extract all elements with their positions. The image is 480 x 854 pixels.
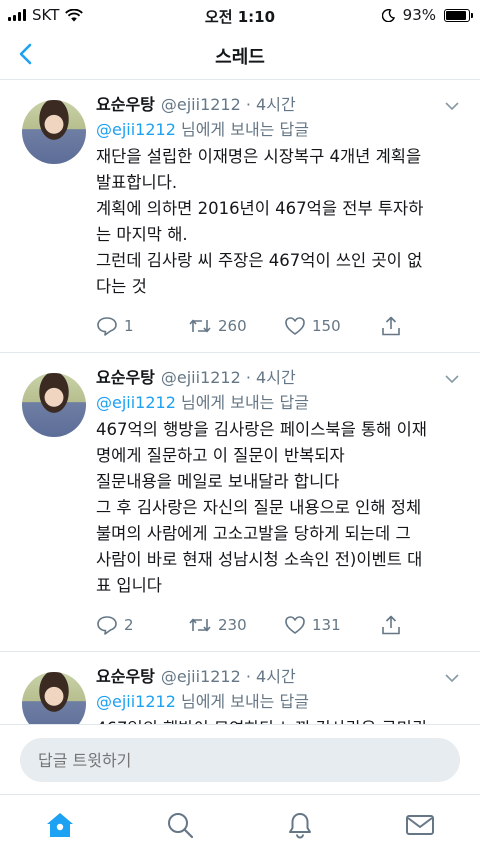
share-button[interactable] — [380, 614, 402, 636]
reply-suffix: 님에게 보내는 답글 — [175, 120, 309, 139]
retweet-button[interactable]: 230 — [188, 616, 284, 634]
reply-handle-link[interactable]: @ejii1212 — [96, 692, 176, 711]
reply-suffix: 님에게 보내는 답글 — [175, 692, 309, 711]
share-icon — [382, 316, 400, 336]
reply-icon — [97, 317, 117, 336]
reply-handle-link[interactable]: @ejii1212 — [96, 393, 176, 412]
tweet[interactable]: 요순우탕 @ejii1212 · 4시간 @ejii1212 님에게 보내는 답… — [0, 80, 480, 353]
thread-feed[interactable]: 요순우탕 @ejii1212 · 4시간 @ejii1212 님에게 보내는 답… — [0, 80, 480, 724]
tab-home[interactable] — [0, 795, 120, 854]
tab-messages[interactable] — [360, 795, 480, 854]
battery-icon — [444, 8, 473, 22]
retweet-icon — [189, 618, 211, 632]
tweet[interactable]: 요순우탕 @ejii1212 · 4시간 @ejii1212 님에게 보내는 답… — [0, 353, 480, 652]
author-handle-time: @ejii1212 · 4시간 — [160, 95, 296, 114]
tweet-actions: 2 230 131 — [96, 599, 466, 651]
tweet-text: 467억의 행방을 김사랑은 페이스북을 통해 이재 명에게 질문하고 이 질문… — [96, 420, 427, 595]
chevron-down-icon[interactable] — [444, 672, 460, 684]
page-title: 스레드 — [215, 47, 265, 68]
status-right: 93% — [381, 6, 473, 24]
tweet-meta: 요순우탕 @ejii1212 · 4시간 — [96, 94, 466, 116]
tweet-meta: 요순우탕 @ejii1212 · 4시간 — [96, 367, 466, 389]
reply-context: @ejii1212 님에게 보내는 답글 — [96, 391, 466, 415]
battery-percent: 93% — [402, 6, 436, 24]
moon-icon — [381, 8, 395, 22]
heart-icon — [285, 616, 305, 634]
like-count: 131 — [312, 616, 341, 634]
battery-fill — [446, 10, 467, 20]
tab-bar — [0, 794, 480, 854]
reply-count: 2 — [124, 616, 134, 634]
retweet-button[interactable]: 260 — [188, 317, 284, 335]
like-count: 150 — [312, 317, 341, 335]
tweet[interactable]: 요순우탕 @ejii1212 · 4시간 @ejii1212 님에게 보내는 답… — [0, 652, 480, 724]
share-button[interactable] — [380, 315, 402, 337]
retweet-count: 260 — [218, 317, 247, 335]
avatar[interactable] — [22, 672, 86, 724]
author-handle-time: @ejii1212 · 4시간 — [160, 368, 296, 387]
home-icon — [47, 812, 73, 837]
tweet-text: 재단을 설립한 이재명은 시장복구 4개년 계획을 발표합니다. 계획에 의하면… — [96, 147, 424, 296]
reply-count: 1 — [124, 317, 134, 335]
author-name[interactable]: 요순우탕 — [96, 94, 155, 116]
author-handle-time: @ejii1212 · 4시간 — [160, 667, 296, 686]
messages-icon — [406, 814, 434, 835]
heart-icon — [285, 317, 305, 335]
tweet-actions: 1 260 150 — [96, 300, 466, 352]
tab-notifications[interactable] — [240, 795, 360, 854]
like-button[interactable]: 131 — [284, 615, 380, 635]
like-button[interactable]: 150 — [284, 316, 380, 336]
status-bar: SKT 오전 1:10 93% — [0, 0, 480, 30]
tweet-meta: 요순우탕 @ejii1212 · 4시간 — [96, 666, 466, 688]
chevron-down-icon[interactable] — [444, 100, 460, 112]
nav-bar: 스레드 — [0, 30, 480, 80]
tweet-text: 467억의 행방이 묘연하다 느낀 김사랑은 국민권 — [96, 716, 466, 724]
reply-bar — [0, 724, 480, 794]
retweet-count: 230 — [218, 616, 247, 634]
reply-icon — [97, 616, 117, 635]
author-name[interactable]: 요순우탕 — [96, 367, 155, 389]
reply-button[interactable]: 2 — [96, 615, 188, 635]
chevron-down-icon[interactable] — [444, 373, 460, 385]
reply-button[interactable]: 1 — [96, 316, 188, 336]
avatar[interactable] — [22, 100, 86, 164]
reply-input[interactable] — [20, 738, 460, 782]
reply-context: @ejii1212 님에게 보내는 답글 — [96, 690, 466, 714]
reply-handle-link[interactable]: @ejii1212 — [96, 120, 176, 139]
notifications-icon — [289, 812, 311, 838]
reply-suffix: 님에게 보내는 답글 — [175, 393, 309, 412]
author-name[interactable]: 요순우탕 — [96, 666, 155, 688]
tab-search[interactable] — [120, 795, 240, 854]
retweet-icon — [189, 319, 211, 333]
search-icon — [168, 812, 194, 838]
reply-context: @ejii1212 님에게 보내는 답글 — [96, 118, 466, 142]
avatar[interactable] — [22, 373, 86, 437]
share-icon — [382, 615, 400, 635]
